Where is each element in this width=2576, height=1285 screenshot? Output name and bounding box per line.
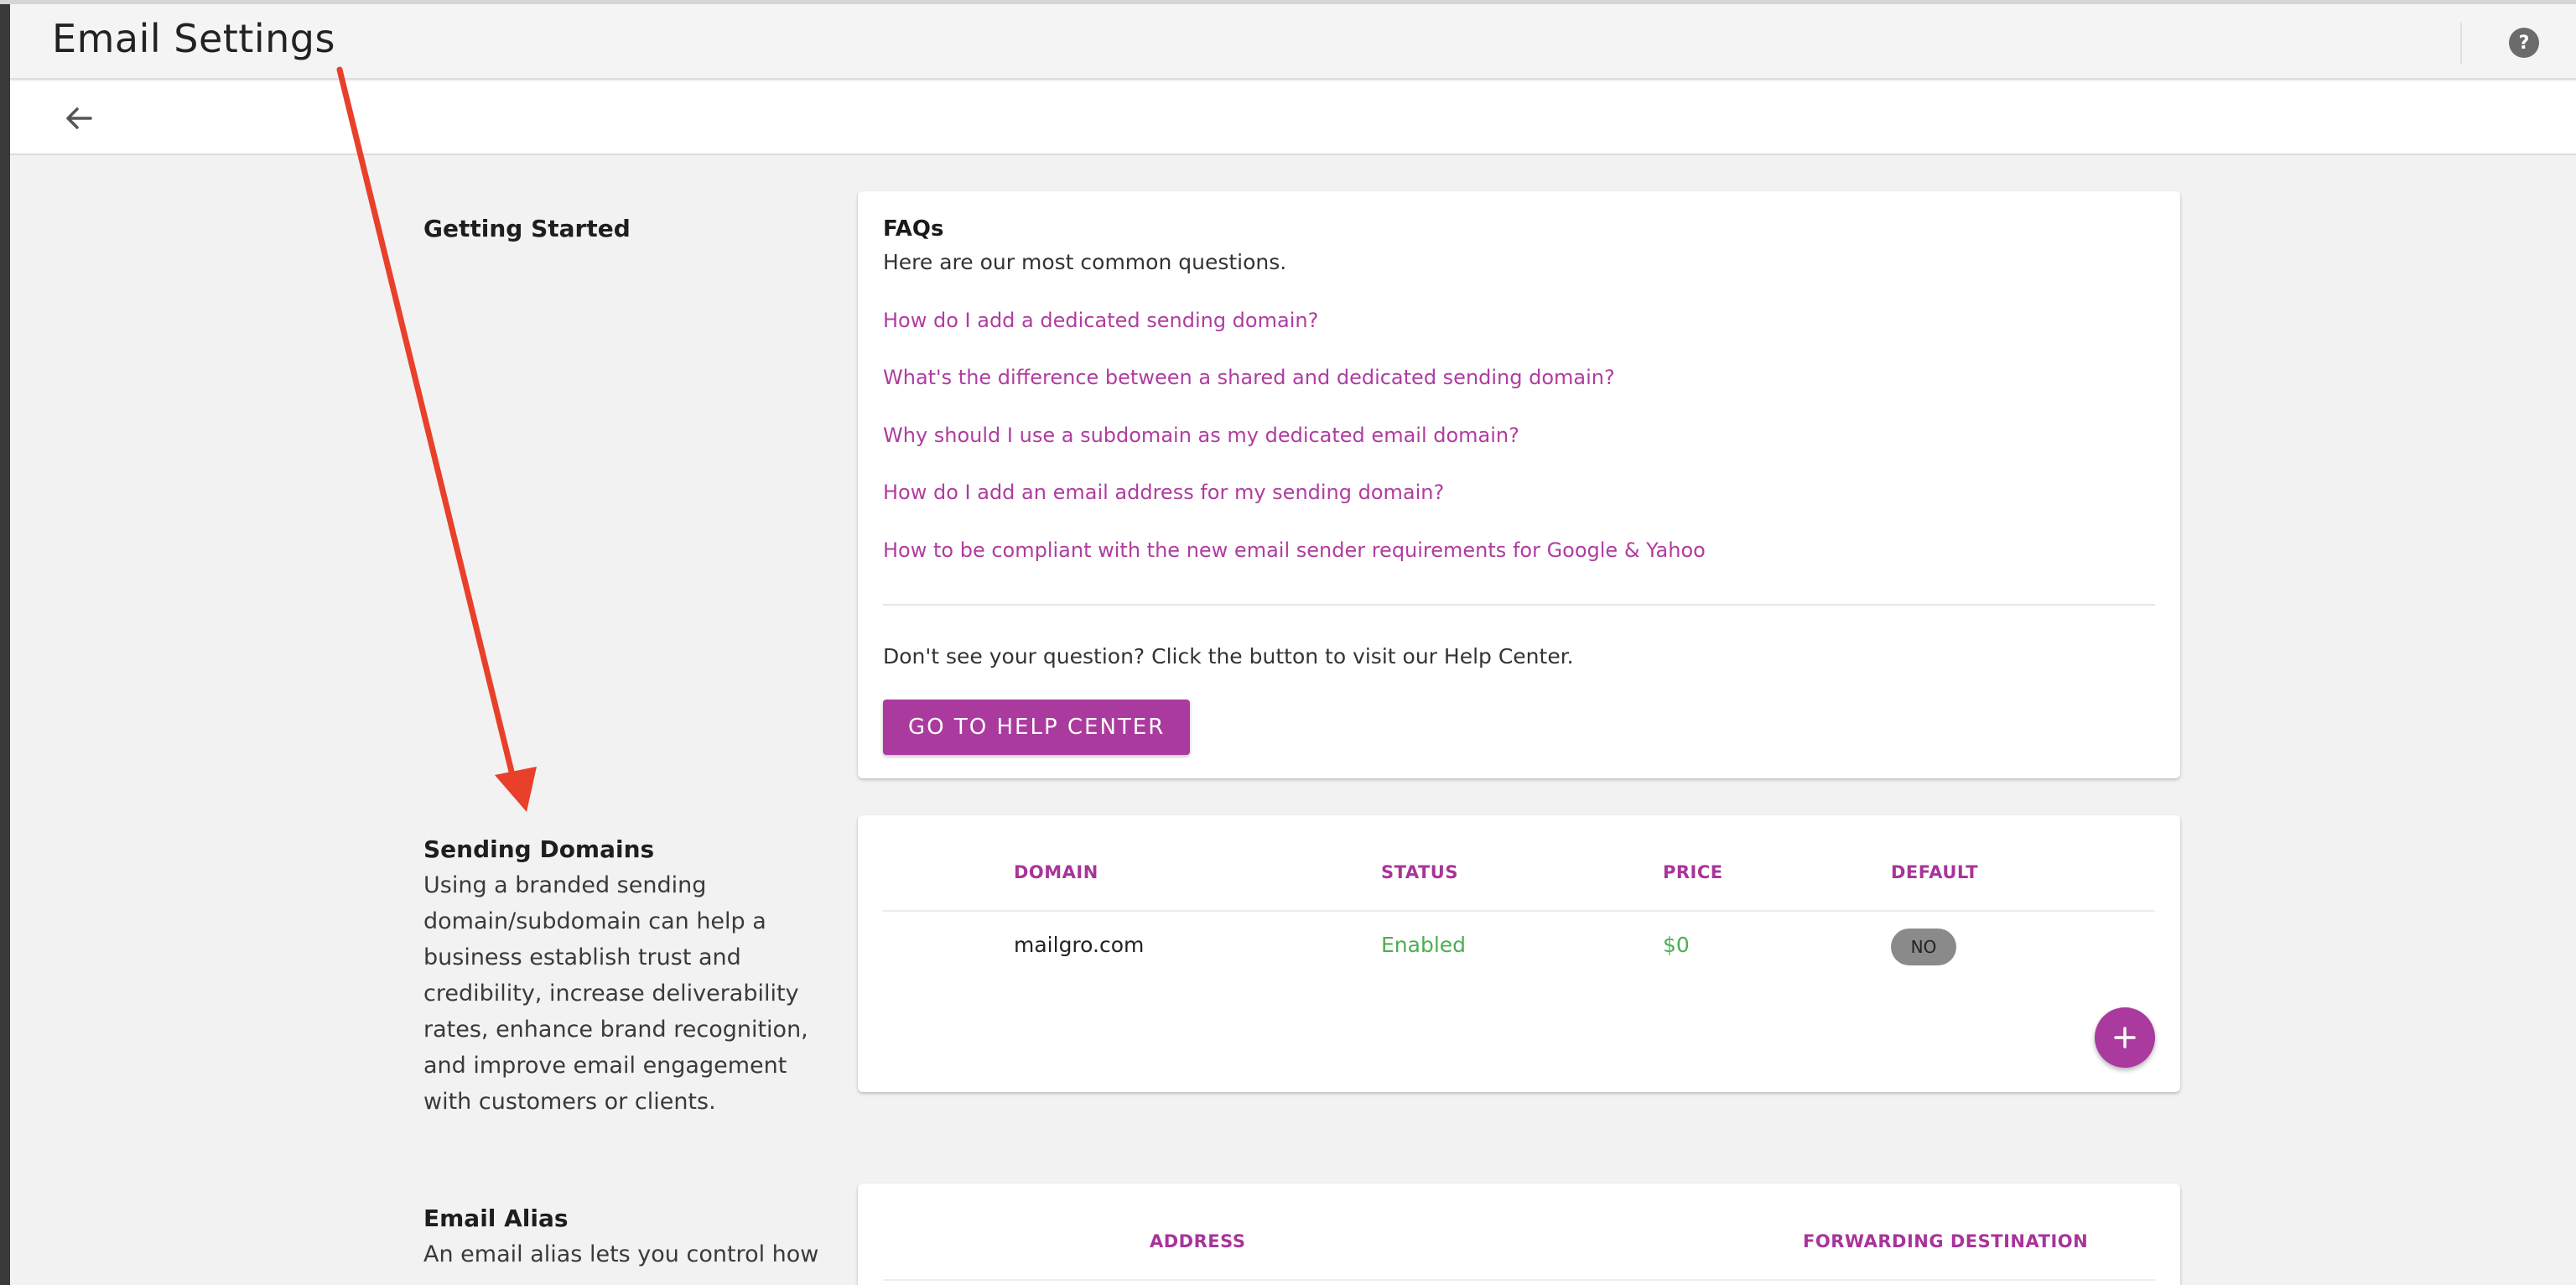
go-to-help-center-button[interactable]: GO TO HELP CENTER (883, 700, 1191, 755)
email-alias-heading: Email Alias (423, 1204, 569, 1232)
price-cell: $0 (1663, 933, 1690, 957)
default-badge[interactable]: NO (1891, 929, 1956, 965)
page-title: Email Settings (52, 16, 335, 61)
email-alias-description: An email alias lets you control how (423, 1241, 819, 1267)
domain-cell: mailgro.com (1014, 933, 1145, 957)
add-domain-button[interactable] (2095, 1007, 2155, 1068)
column-header-default[interactable]: DEFAULT (1891, 862, 1978, 882)
help-icon-glyph: ? (2518, 32, 2530, 54)
faq-card: FAQs Here are our most common questions.… (858, 191, 2180, 778)
help-icon[interactable]: ? (2509, 28, 2539, 58)
header-divider (2460, 23, 2462, 65)
faq-divider (883, 604, 2155, 606)
table-header-divider (883, 910, 2155, 912)
faq-footer-text: Don't see your question? Click the butto… (883, 644, 1574, 669)
column-header-price[interactable]: PRICE (1663, 862, 1723, 882)
faq-link[interactable]: How do I add an email address for my sen… (883, 481, 1444, 504)
status-cell: Enabled (1381, 933, 1467, 957)
column-header-address[interactable]: ADDRESS (1150, 1231, 1245, 1251)
faq-link[interactable]: What's the difference between a shared a… (883, 366, 1615, 389)
sending-domains-card: DOMAIN STATUS PRICE DEFAULT mailgro.com … (858, 815, 2180, 1092)
faq-link[interactable]: How do I add a dedicated sending domain? (883, 309, 1318, 332)
arrow-left-icon (66, 107, 92, 129)
faq-subtitle: Here are our most common questions. (883, 250, 1287, 274)
back-button[interactable] (54, 98, 104, 138)
sub-toolbar (10, 81, 2576, 155)
window-left-edge (0, 0, 10, 1285)
table-header-divider (883, 1279, 2155, 1281)
faq-link[interactable]: How to be compliant with the new email s… (883, 538, 1706, 562)
email-alias-card: ADDRESS FORWARDING DESTINATION (858, 1184, 2180, 1285)
plus-icon (2114, 1027, 2136, 1048)
column-header-forwarding-destination[interactable]: FORWARDING DESTINATION (1803, 1231, 2088, 1251)
column-header-domain[interactable]: DOMAIN (1014, 862, 1098, 882)
faq-title: FAQs (883, 216, 944, 242)
sending-domains-description: Using a branded sending domain/subdomain… (423, 872, 808, 1115)
sending-domains-heading: Sending Domains (423, 835, 655, 863)
faq-link[interactable]: Why should I use a subdomain as my dedic… (883, 424, 1519, 447)
app-header: Email Settings ? (10, 4, 2576, 80)
column-header-status[interactable]: STATUS (1381, 862, 1458, 882)
getting-started-heading: Getting Started (423, 215, 631, 242)
